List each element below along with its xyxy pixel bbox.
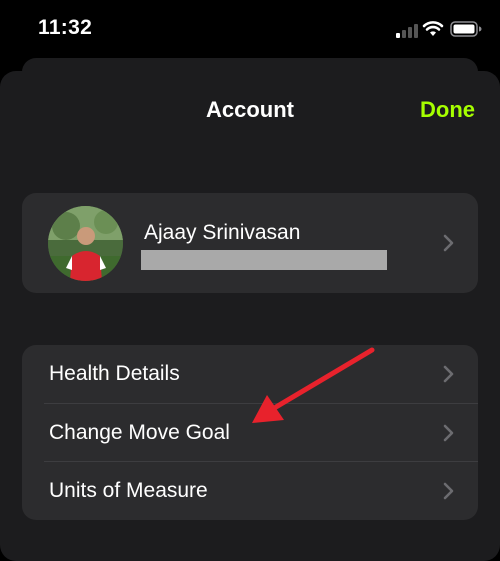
annotation-arrow bbox=[252, 347, 375, 423]
